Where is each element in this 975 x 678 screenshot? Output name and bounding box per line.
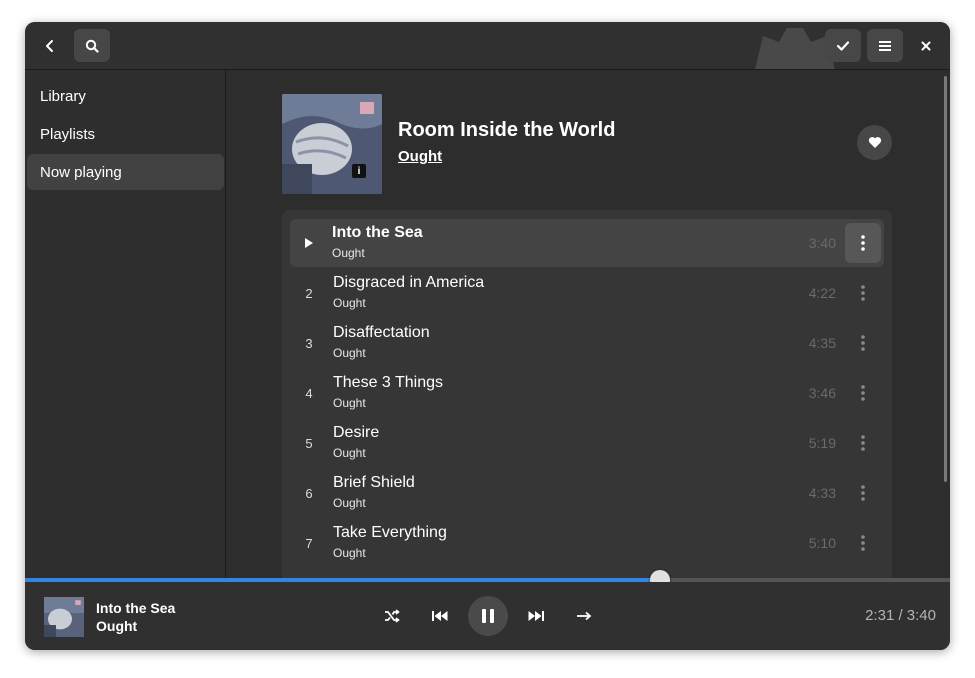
playback-time: 2:31 / 3:40 [865, 607, 936, 624]
content-scrollbar[interactable] [944, 76, 947, 482]
sidebar: Library Playlists Now playing [25, 70, 226, 578]
track-duration: 3:40 [808, 235, 836, 251]
favorite-button[interactable] [857, 125, 892, 160]
track-row[interactable]: 4 These 3 Things Ought 3:46 [290, 369, 884, 417]
track-artist: Ought [333, 346, 366, 360]
skip-previous-icon [432, 611, 448, 621]
track-menu-button[interactable] [845, 423, 881, 463]
track-number: 6 [305, 486, 313, 501]
play-pause-button[interactable] [468, 596, 508, 636]
sidebar-item-library[interactable]: Library [27, 78, 224, 114]
vertical-dots-icon [861, 485, 865, 501]
shuffle-icon [385, 609, 400, 623]
close-icon [921, 41, 931, 50]
track-title: Desire [333, 424, 380, 441]
now-playing-view: i Room Inside the World Ought Into the S… [226, 70, 950, 578]
track-duration: 4:35 [808, 335, 836, 351]
vertical-dots-icon [861, 285, 865, 301]
music-app-window: Library Playlists Now playing i Room Ins… [25, 22, 950, 650]
track-number: 2 [305, 286, 313, 301]
track-menu-button[interactable] [845, 273, 881, 313]
track-duration: 5:19 [808, 435, 836, 451]
track-title: Disaffectation [333, 324, 430, 341]
play-icon [305, 238, 313, 248]
track-row[interactable]: 3 Disaffectation Ought 4:35 [290, 319, 884, 367]
track-row[interactable]: 7 Take Everything Ought 5:10 [290, 519, 884, 567]
track-duration: 4:33 [808, 485, 836, 501]
track-artist: Ought [333, 546, 366, 560]
sidebar-item-playlists[interactable]: Playlists [27, 116, 224, 152]
now-playing-title: Into the Sea [96, 600, 176, 616]
track-title: Brief Shield [333, 474, 415, 491]
track-duration: 5:10 [808, 535, 836, 551]
vertical-dots-icon [861, 235, 865, 251]
track-number: 7 [305, 536, 313, 551]
now-playing-cover [44, 597, 84, 637]
track-menu-button[interactable] [845, 323, 881, 363]
next-track-button[interactable] [516, 596, 556, 636]
pause-icon [482, 609, 494, 623]
checkmark-icon [836, 40, 850, 51]
header-bar [25, 22, 950, 70]
close-button[interactable] [908, 29, 944, 62]
vertical-dots-icon [861, 335, 865, 351]
album-cover[interactable]: i [282, 94, 382, 194]
track-duration: 4:22 [808, 285, 836, 301]
track-number: 5 [305, 436, 313, 451]
skip-next-icon [528, 611, 544, 621]
track-row[interactable]: 5 Desire Ought 5:19 [290, 419, 884, 467]
track-list: Into the Sea Ought 3:40 2 Disgraced in A… [282, 210, 892, 578]
player-bar: Into the Sea Ought 2:31 / 3:40 [25, 582, 950, 650]
track-title: These 3 Things [333, 374, 443, 391]
repeat-icon [577, 611, 592, 621]
track-menu-button[interactable] [845, 373, 881, 413]
album-art-thumbnail [44, 597, 84, 637]
track-artist: Ought [333, 446, 366, 460]
sidebar-item-now-playing[interactable]: Now playing [27, 154, 224, 190]
select-button[interactable] [825, 29, 861, 62]
track-artist: Ought [333, 396, 366, 410]
track-artist: Ought [333, 296, 366, 310]
track-number: 3 [305, 336, 313, 351]
repeat-mode-button[interactable] [564, 596, 604, 636]
now-playing-artist: Ought [96, 618, 138, 634]
track-artist: Ought [332, 246, 365, 260]
album-artist-link[interactable]: Ought [398, 148, 442, 165]
back-icon [46, 39, 53, 52]
info-icon[interactable]: i [352, 164, 366, 178]
search-button[interactable] [74, 29, 110, 62]
track-row[interactable]: Into the Sea Ought 3:40 [290, 219, 884, 267]
track-menu-button[interactable] [845, 473, 881, 513]
track-menu-button[interactable] [845, 223, 881, 263]
track-duration: 3:46 [808, 385, 836, 401]
track-title: Disgraced in America [333, 274, 485, 291]
shuffle-button[interactable] [372, 596, 412, 636]
album-art-image [282, 94, 382, 194]
track-row[interactable]: 2 Disgraced in America Ought 4:22 [290, 269, 884, 317]
heart-icon [868, 137, 881, 148]
sidebar-item-label: Playlists [40, 125, 96, 143]
track-title: Take Everything [333, 524, 447, 541]
album-title: Room Inside the World [398, 119, 616, 141]
sidebar-item-label: Library [40, 87, 86, 105]
sidebar-item-label: Now playing [40, 163, 122, 181]
track-row[interactable]: 6 Brief Shield Ought 4:33 [290, 469, 884, 517]
track-number: 4 [305, 386, 313, 401]
main-menu-button[interactable] [867, 29, 903, 62]
vertical-dots-icon [861, 385, 865, 401]
track-menu-button[interactable] [845, 523, 881, 563]
hamburger-menu-icon [879, 40, 891, 51]
track-title: Into the Sea [332, 224, 423, 241]
vertical-dots-icon [861, 535, 865, 551]
search-icon [85, 39, 99, 53]
vertical-dots-icon [861, 435, 865, 451]
back-button[interactable] [32, 29, 68, 62]
previous-track-button[interactable] [420, 596, 460, 636]
track-artist: Ought [333, 496, 366, 510]
